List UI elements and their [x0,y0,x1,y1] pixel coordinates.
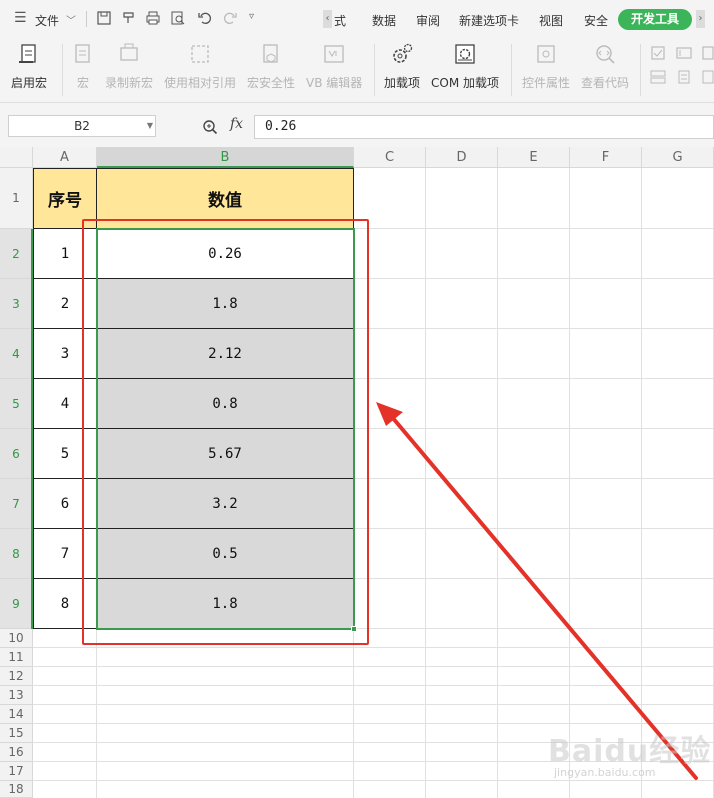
watermark-url: jingyan.baidu.com [554,766,656,779]
watermark-logo: Baidu经验 [548,734,712,769]
annotation-arrow [376,402,698,780]
arrow-shaft [390,415,698,780]
